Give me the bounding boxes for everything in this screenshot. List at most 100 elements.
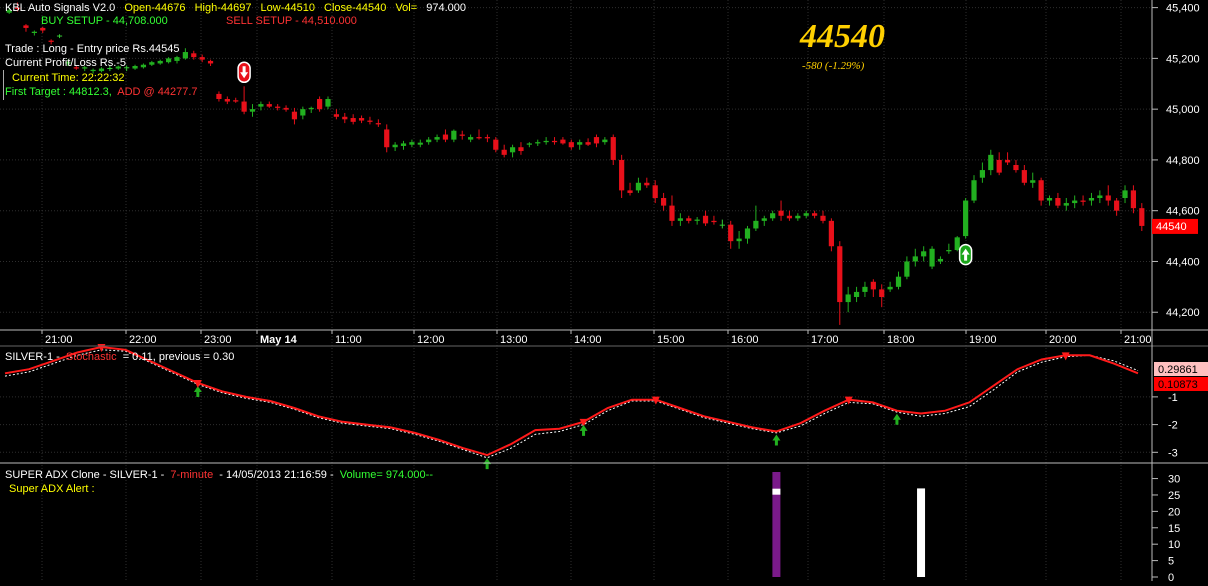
candle-body [501, 149, 507, 155]
time-axis-label: 12:00 [417, 334, 445, 346]
candle-body [711, 220, 717, 223]
current-time: Current Time: 22:22:32 [12, 72, 125, 84]
candle-body [619, 159, 625, 191]
time-axis-label: 15:00 [657, 334, 685, 346]
adx-axis-label: 15 [1168, 523, 1180, 535]
candle-body [191, 53, 197, 58]
candle-body [635, 182, 642, 191]
candle-body [31, 31, 37, 33]
candle-body [434, 137, 440, 140]
candle-body [157, 60, 163, 64]
candle-body [971, 180, 977, 201]
candle-body [1030, 180, 1036, 183]
candle-body [325, 99, 331, 107]
candle-body [954, 237, 960, 251]
sell-setup: SELL SETUP - 44,510.000 [226, 15, 357, 27]
candle-body [174, 57, 180, 61]
time-axis-label: 11:00 [335, 334, 362, 346]
adx-alert: Super ADX Alert : [9, 483, 95, 495]
candle-body [577, 142, 583, 145]
open-value: Open-44676 [124, 2, 185, 14]
candle-body [728, 224, 734, 242]
info-bracket [3, 70, 4, 100]
candle-body [233, 100, 239, 102]
candle-body [56, 35, 63, 37]
adx-volume: Volume= 974.000-- [340, 469, 434, 481]
candle-body [275, 106, 281, 108]
candle-body [1072, 200, 1078, 204]
adx-axis-label: 20 [1168, 506, 1180, 518]
candle-body [207, 60, 214, 64]
price-header: KBL Auto Signals V2.0 Open-44676 High-44… [5, 2, 466, 14]
candle-body [266, 104, 272, 107]
time-axis-label: 23:00 [204, 334, 232, 346]
candle-body [979, 170, 986, 178]
candle-body [493, 139, 499, 150]
time-axis-label: 16:00 [731, 334, 759, 346]
candle-body [518, 147, 524, 152]
time-axis-label: 18:00 [887, 334, 915, 346]
candle-body [535, 142, 541, 144]
price-axis-label: 44,800 [1166, 155, 1200, 167]
candle-body [770, 213, 776, 219]
candle-body [929, 248, 935, 267]
candle-body [870, 281, 876, 290]
candle-body [694, 219, 700, 221]
time-axis-label: 21:00 [1124, 334, 1152, 346]
candle-body [551, 140, 558, 143]
candle-body [778, 210, 784, 216]
candle-body [1055, 198, 1061, 206]
candle-body [543, 140, 549, 143]
adx-bar-marker [772, 488, 781, 495]
candle-body [442, 134, 449, 140]
candle-body [1063, 203, 1069, 206]
candle-body [702, 215, 709, 224]
sell-signal-icon [237, 61, 251, 84]
candle-body [837, 246, 843, 303]
candle-body [1080, 200, 1086, 202]
candle-body [182, 52, 188, 59]
candle-body [1105, 195, 1111, 201]
chart-window: 45,400 45,200 45,000 44,800 44,600 44,400 44,2… [0, 0, 1208, 584]
candle-body [627, 190, 633, 193]
adx-interval: 7-minute [170, 469, 213, 481]
candle-body [40, 27, 46, 31]
candle-body [367, 120, 373, 122]
trading-chart[interactable]: 45,400 45,200 45,000 44,800 44,600 44,400 44,2… [0, 0, 1208, 584]
vol-value: 974.000 [426, 2, 466, 14]
candle-body [241, 101, 247, 112]
candle-body [165, 58, 172, 63]
candle-body [753, 220, 759, 229]
stoch-symbol: SILVER-1 - [5, 351, 60, 363]
candle-body [736, 238, 742, 242]
candle-body [1021, 170, 1027, 183]
candle-body [132, 66, 138, 69]
candle-body [761, 218, 767, 221]
candle-body [644, 182, 650, 186]
candle-body [342, 116, 348, 120]
price-axis-label: 45,000 [1166, 104, 1200, 116]
adx-bar [917, 488, 926, 577]
candle-body [669, 205, 675, 221]
candle-body [451, 130, 457, 140]
buy-setup: BUY SETUP - 44,708.000 [41, 15, 168, 27]
candle-body [400, 143, 407, 146]
time-axis-label: 13:00 [500, 334, 528, 346]
candle-body [216, 93, 222, 99]
candle-body [90, 69, 96, 72]
candle-body [795, 215, 801, 219]
price-axis-label: 45,200 [1166, 53, 1200, 65]
candle-body [1139, 208, 1145, 226]
candle-body [803, 213, 809, 216]
stoch-name: Stochastic [66, 351, 117, 363]
adx-bar [772, 472, 781, 577]
close-value: Close-44540 [324, 2, 386, 14]
candle-body [963, 200, 969, 237]
candle-body [677, 218, 683, 221]
time-axis-label: 22:00 [129, 334, 157, 346]
candle-body [560, 139, 566, 144]
adx-header: SUPER ADX Clone - SILVER-1 - 7-minute - … [5, 469, 433, 481]
candle-body [937, 258, 944, 262]
candle-body [1038, 180, 1044, 201]
candle-body [719, 224, 725, 226]
